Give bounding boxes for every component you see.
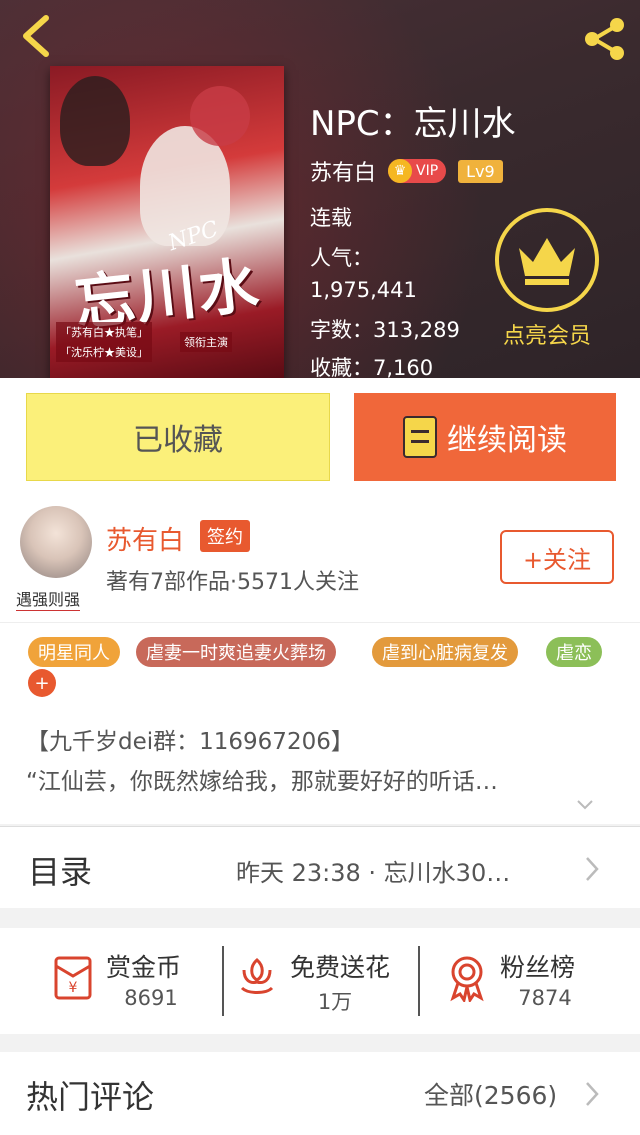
serial-status: 连载 [310,206,352,230]
stat-label: 粉丝榜 [500,953,576,982]
cover-credit: 「沈乐柠★美设」 [56,342,152,362]
book-cover[interactable]: NPC 忘川水 「苏有白★执笔」 「沈乐柠★美设」 领衔主演 [50,66,284,378]
author-stats: 著有7部作品·5571人关注 [106,570,359,595]
crown-icon [519,238,575,285]
tag-item[interactable]: 虐恋 [546,637,602,667]
cover-figure [190,86,250,146]
reward-coins-stat[interactable]: ¥ 赏金币 8691 [0,928,196,1034]
popularity-label: 人气： [310,246,373,270]
share-icon[interactable] [582,16,628,62]
description-line: “江仙芸，你既然嫁给我，那就要好好的听话… [26,769,498,795]
member-label: 点亮会员 [502,324,591,349]
vip-badge: ♛ VIP [388,159,447,183]
stat-value: 8691 [124,986,178,1010]
description-line: 【九千岁dei群：116967206】 [26,729,354,755]
favorites-count: 收藏：7,160 [310,356,434,378]
medal-icon [450,956,484,1002]
all-comments-link[interactable]: 全部(2566) [424,1076,557,1112]
latest-chapter: 昨天 23:38 · 忘川水30… [236,859,511,887]
cover-credit: 领衔主演 [180,332,232,352]
hot-comments-title: 热门评论 [26,1078,155,1116]
book-title: NPC：忘川水 [310,104,516,144]
catalog-row[interactable]: 目录 昨天 23:38 · 忘川水30… [0,826,640,908]
continue-reading-label: 继续阅读 [447,423,567,458]
crown-icon: ♛ [388,159,413,183]
chevron-right-icon [586,857,599,881]
tag-item[interactable]: 明星同人 [28,637,120,667]
svg-text:¥: ¥ [69,980,78,996]
author-row: 苏有白 ♛ VIP Lv9 [310,155,503,187]
word-count: 字数：313,289 [310,318,460,342]
avatar-tag[interactable]: 遇强则强 [16,586,81,611]
cover-credit: 「苏有白★执笔」 [56,322,152,342]
book-header: NPC 忘川水 「苏有白★执笔」 「沈乐柠★美设」 领衔主演 NPC：忘川水 苏… [0,0,640,378]
fan-rank-stat[interactable]: 粉丝榜 7874 [394,928,590,1034]
stats-bar: ¥ 赏金币 8691 免费送花 1万 粉丝榜 7874 [0,928,640,1034]
continue-reading-button[interactable]: 继续阅读 [354,393,616,481]
stat-value: 1万 [317,990,353,1014]
follow-button[interactable]: +关注 [500,530,614,584]
collected-button[interactable]: 已收藏 [26,393,330,481]
book-icon [403,416,437,458]
free-flowers-stat[interactable]: 免费送花 1万 [184,928,390,1034]
action-bar: 已收藏 继续阅读 [0,378,640,494]
stat-value: 7874 [518,986,572,1010]
expand-chevron-icon[interactable] [576,796,594,814]
catalog-title: 目录 [28,853,93,891]
chevron-right-icon[interactable] [584,1080,600,1108]
member-crown-circle [495,208,599,312]
member-button[interactable]: 点亮会员 [492,208,602,350]
hot-comments-header: 热门评论 全部(2566) [0,1052,640,1135]
avatar[interactable] [20,506,92,578]
add-tag-button[interactable]: + [28,669,56,697]
cover-figure [60,76,130,166]
vip-label: VIP [416,163,439,179]
author-card: 遇强则强 苏有白 签约 著有7部作品·5571人关注 +关注 [0,494,640,622]
back-arrow-icon[interactable] [16,14,56,58]
header-author-name[interactable]: 苏有白 [310,155,376,187]
tag-list: 明星同人 虐妻一时爽追妻火葬场 虐到心脏病复发 虐恋 + [0,622,640,704]
stat-label: 免费送花 [290,953,391,982]
book-description[interactable]: 【九千岁dei群：116967206】 “江仙芸，你既然嫁给我，那就要好好的听话… [0,704,640,824]
tag-item[interactable]: 虐妻一时爽追妻火葬场 [136,637,336,667]
signed-badge: 签约 [200,520,250,552]
tag-item[interactable]: 虐到心脏病复发 [372,637,518,667]
level-badge: Lv9 [458,159,503,183]
stat-label: 赏金币 [106,953,182,982]
red-packet-icon: ¥ [54,956,92,1000]
popularity-value: 1,975,441 [310,278,417,302]
flower-icon [240,958,274,994]
author-name[interactable]: 苏有白 [106,520,184,557]
